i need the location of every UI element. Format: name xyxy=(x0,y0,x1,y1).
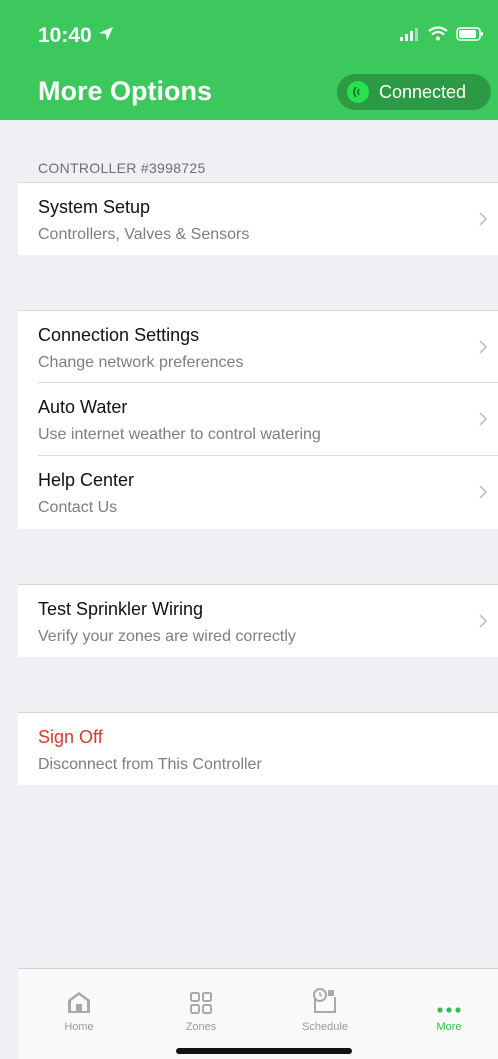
auto-water-row[interactable]: Auto Water Use internet weather to contr… xyxy=(18,383,498,456)
status-bar: 10:40 xyxy=(0,0,498,60)
options-list: CONTROLLER #3998725 System Setup Control… xyxy=(18,120,498,785)
tab-more-label: More xyxy=(436,1021,462,1033)
chevron-right-icon xyxy=(478,211,488,232)
wifi-icon xyxy=(428,26,448,46)
test-sprinkler-wiring-row[interactable]: Test Sprinkler Wiring Verify your zones … xyxy=(18,584,498,657)
schedule-calendar-icon xyxy=(311,979,339,1015)
tab-more[interactable]: More xyxy=(394,969,498,1035)
page-title: More Options xyxy=(38,76,212,106)
header-bar: 10:40 More Options Connected xyxy=(0,0,498,120)
test-wiring-subtitle: Verify your zones are wired correctly xyxy=(38,628,296,645)
tab-home[interactable]: Home xyxy=(24,969,134,1035)
zones-grid-icon xyxy=(189,979,213,1015)
connection-settings-subtitle: Change network preferences xyxy=(38,354,244,371)
system-setup-subtitle: Controllers, Valves & Sensors xyxy=(38,226,250,243)
help-center-title: Help Center xyxy=(38,470,135,490)
auto-water-subtitle: Use internet weather to control watering xyxy=(38,426,321,443)
chevron-right-icon xyxy=(478,484,488,505)
controller-section-header: CONTROLLER #3998725 xyxy=(38,160,206,176)
more-dots-icon xyxy=(436,979,462,1015)
auto-water-title: Auto Water xyxy=(38,397,128,417)
chevron-right-icon xyxy=(478,613,488,634)
connection-settings-row[interactable]: Connection Settings Change network prefe… xyxy=(18,310,498,383)
status-icons xyxy=(400,26,484,46)
connected-signal-icon xyxy=(347,81,369,103)
system-setup-row[interactable]: System Setup Controllers, Valves & Senso… xyxy=(18,182,498,255)
connection-status-badge[interactable]: Connected xyxy=(337,74,491,110)
tab-zones[interactable]: Zones xyxy=(146,969,256,1035)
battery-icon xyxy=(456,26,484,46)
signal-icon xyxy=(400,27,420,46)
home-indicator xyxy=(176,1048,352,1054)
help-center-subtitle: Contact Us xyxy=(38,499,118,516)
sign-off-title: Sign Off xyxy=(38,727,103,747)
test-wiring-title: Test Sprinkler Wiring xyxy=(38,599,204,619)
tab-home-label: Home xyxy=(64,1021,94,1033)
help-center-row[interactable]: Help Center Contact Us xyxy=(18,456,498,529)
sign-off-subtitle: Disconnect from This Controller xyxy=(38,756,262,773)
status-time-text: 10:40 xyxy=(38,24,92,47)
system-setup-title: System Setup xyxy=(38,197,151,217)
status-time: 10:40 xyxy=(38,24,114,48)
tab-zones-label: Zones xyxy=(185,1021,217,1033)
home-icon xyxy=(65,979,93,1015)
sign-off-row[interactable]: Sign Off Disconnect from This Controller xyxy=(18,712,498,785)
tab-bar: Home Zones Schedule More xyxy=(18,968,498,1059)
chevron-right-icon xyxy=(478,411,488,432)
tab-schedule-label: Schedule xyxy=(302,1021,348,1033)
connection-settings-title: Connection Settings xyxy=(38,325,200,345)
location-arrow-icon xyxy=(98,24,114,48)
connection-status-label: Connected xyxy=(379,81,467,102)
tab-schedule[interactable]: Schedule xyxy=(270,969,380,1035)
chevron-right-icon xyxy=(478,339,488,360)
